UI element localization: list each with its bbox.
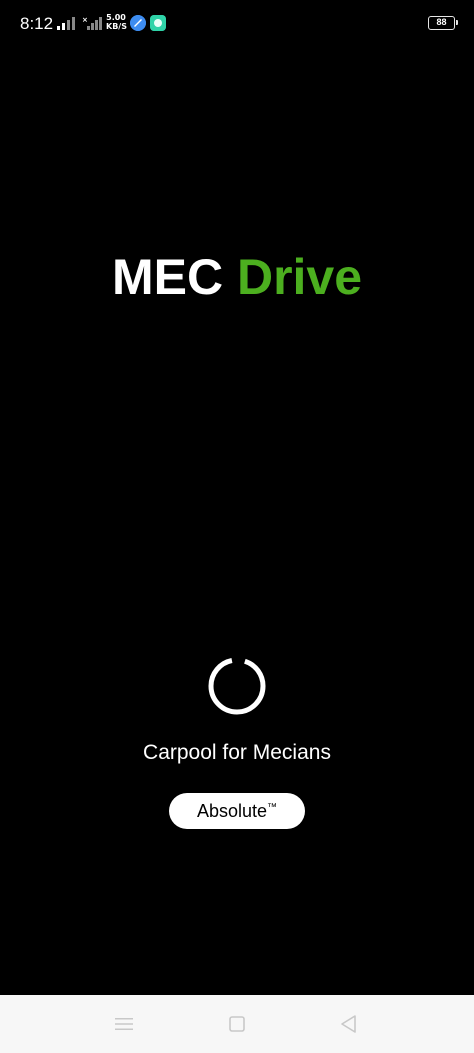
loading-spinner-icon: [208, 657, 266, 715]
tagline: Carpool for Mecians: [143, 741, 331, 764]
back-icon[interactable]: [338, 1013, 360, 1035]
network-speed-unit: KB/S: [106, 22, 127, 31]
brand-badge-text: Absolute: [196, 801, 268, 821]
svg-text:×: ×: [82, 16, 88, 24]
notification-gallery-icon: [150, 15, 166, 31]
app-logo: MEC Drive: [0, 248, 474, 306]
battery-icon: 88: [428, 16, 458, 30]
trademark-mark: ™: [267, 802, 278, 813]
signal-strength-icon: [57, 17, 75, 30]
home-icon[interactable]: [226, 1013, 248, 1035]
battery-level: 88: [436, 17, 447, 27]
status-bar: 8:12 × 5.00 KB/S 88: [0, 0, 474, 46]
brand-badge: Absolute™: [169, 793, 305, 829]
notification-app-icon: [130, 15, 146, 31]
system-nav-bar: [0, 995, 474, 1053]
logo-text-mec: MEC: [111, 249, 224, 305]
status-time: 8:12: [20, 14, 54, 33]
menu-icon[interactable]: [113, 1013, 135, 1035]
logo-text-drive: Drive: [236, 249, 363, 305]
network-speed: 5.00 KB/S: [106, 13, 127, 31]
network-speed-value: 5.00: [106, 13, 126, 22]
signal-no-service-icon: ×: [82, 16, 102, 30]
